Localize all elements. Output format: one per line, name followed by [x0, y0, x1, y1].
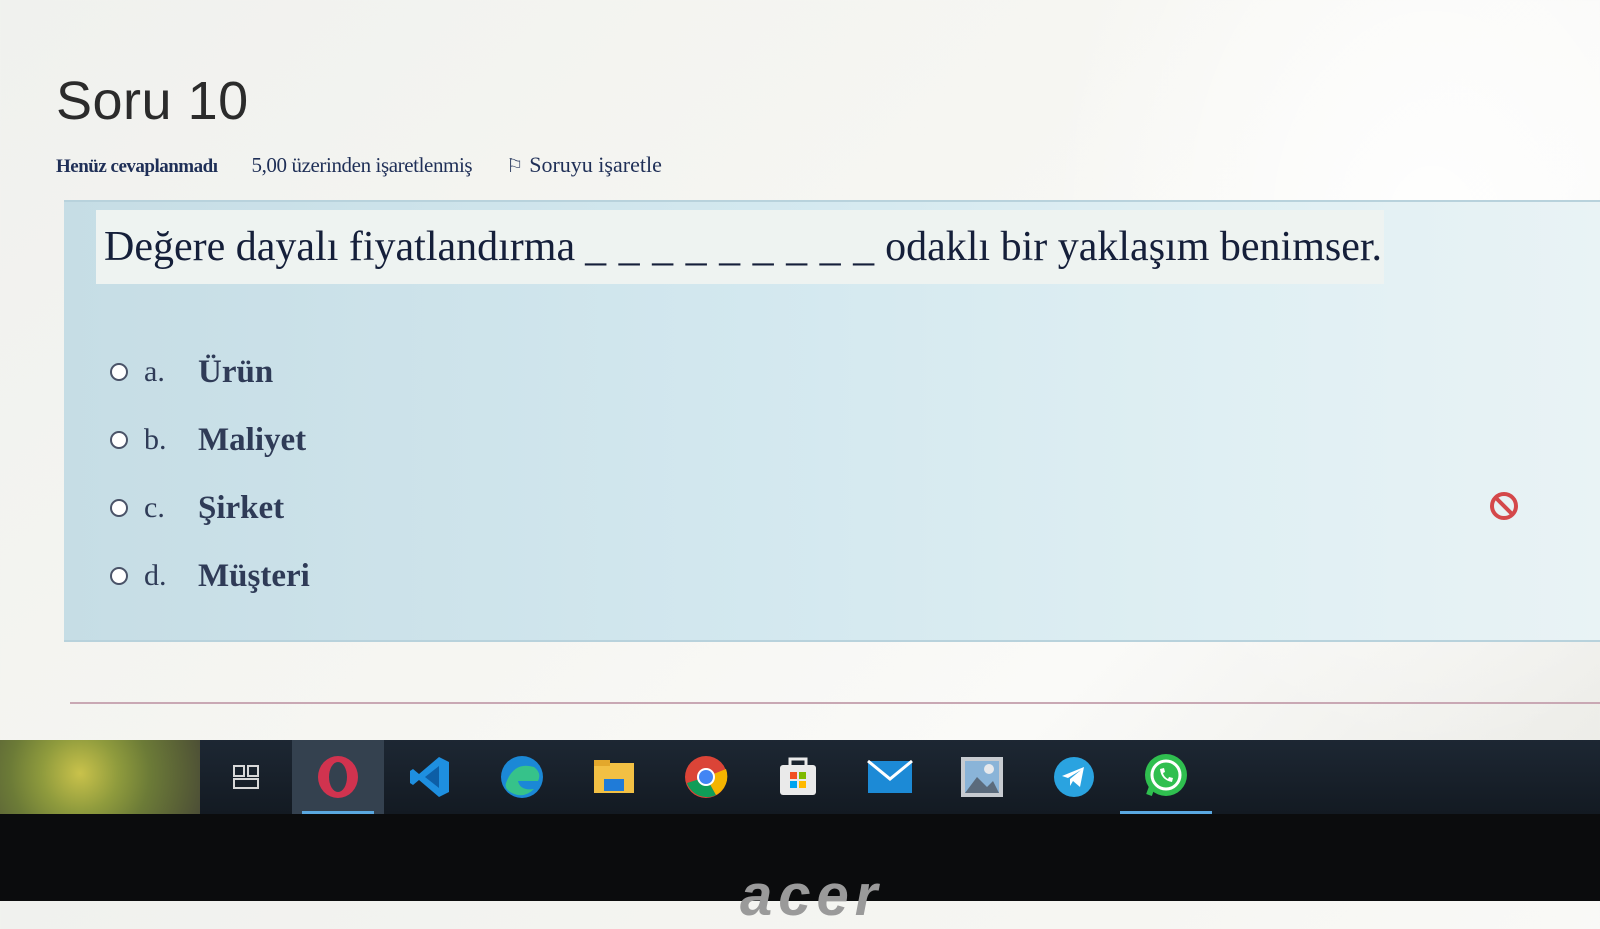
brand-logo: acer	[740, 863, 884, 928]
store-icon[interactable]	[752, 740, 844, 814]
answer-option-d[interactable]: d. Müşteri	[110, 542, 310, 610]
option-text: Müşteri	[198, 557, 310, 594]
flag-question-label: Soruyu işaretle	[529, 152, 662, 177]
question-info: Henüz cevaplanmadı 5,00 üzerinden işaret…	[56, 152, 662, 178]
radio-button[interactable]	[110, 431, 128, 449]
question-title: Soru 10	[56, 71, 249, 131]
option-letter: a.	[144, 355, 165, 388]
answer-option-b[interactable]: b. Maliyet	[110, 406, 310, 474]
telegram-icon[interactable]	[1028, 740, 1120, 814]
option-letter: b.	[144, 423, 167, 456]
radio-button[interactable]	[110, 363, 128, 381]
radio-button[interactable]	[110, 567, 128, 585]
option-letter: d.	[144, 559, 167, 592]
whatsapp-icon[interactable]	[1120, 740, 1212, 814]
file-explorer-icon[interactable]	[568, 740, 660, 814]
question-grade: 5,00 üzerinden işaretlenmiş	[251, 153, 473, 177]
photos-icon[interactable]	[936, 740, 1028, 814]
desktop-thumbnail[interactable]	[0, 740, 200, 814]
opera-icon[interactable]	[292, 740, 384, 814]
flag-icon: ⚐	[506, 156, 524, 177]
option-text: Şirket	[198, 489, 285, 526]
mail-icon[interactable]	[844, 740, 936, 814]
answer-option-c[interactable]: c. Şirket	[110, 474, 310, 542]
option-letter: c.	[144, 491, 165, 524]
chrome-icon[interactable]	[660, 740, 752, 814]
question-status: Henüz cevaplanmadı	[56, 156, 218, 177]
question-text-before: Değere dayalı fiyatlandırma	[104, 224, 576, 270]
task-view-icon[interactable]	[200, 740, 292, 814]
question-text: Değere dayalı fiyatlandırma _ _ _ _ _ _ …	[96, 210, 1384, 284]
blocked-icon[interactable]	[1490, 492, 1518, 520]
answer-option-a[interactable]: a. Ürün	[110, 338, 310, 406]
option-text: Maliyet	[198, 421, 307, 458]
vscode-icon[interactable]	[384, 740, 476, 814]
flag-question-link[interactable]: ⚐ Soruyu işaretle	[506, 152, 662, 178]
answer-options: a. Ürün b. Maliyet c. Şirket d. Müşteri	[110, 338, 310, 610]
question-blank: _ _ _ _ _ _ _ _ _	[585, 224, 876, 270]
radio-button[interactable]	[110, 499, 128, 517]
option-text: Ürün	[198, 353, 274, 390]
question-text-after: odaklı bir yaklaşım benimser.	[885, 224, 1383, 270]
divider	[70, 702, 1600, 704]
edge-icon[interactable]	[476, 740, 568, 814]
taskbar	[0, 740, 1600, 814]
